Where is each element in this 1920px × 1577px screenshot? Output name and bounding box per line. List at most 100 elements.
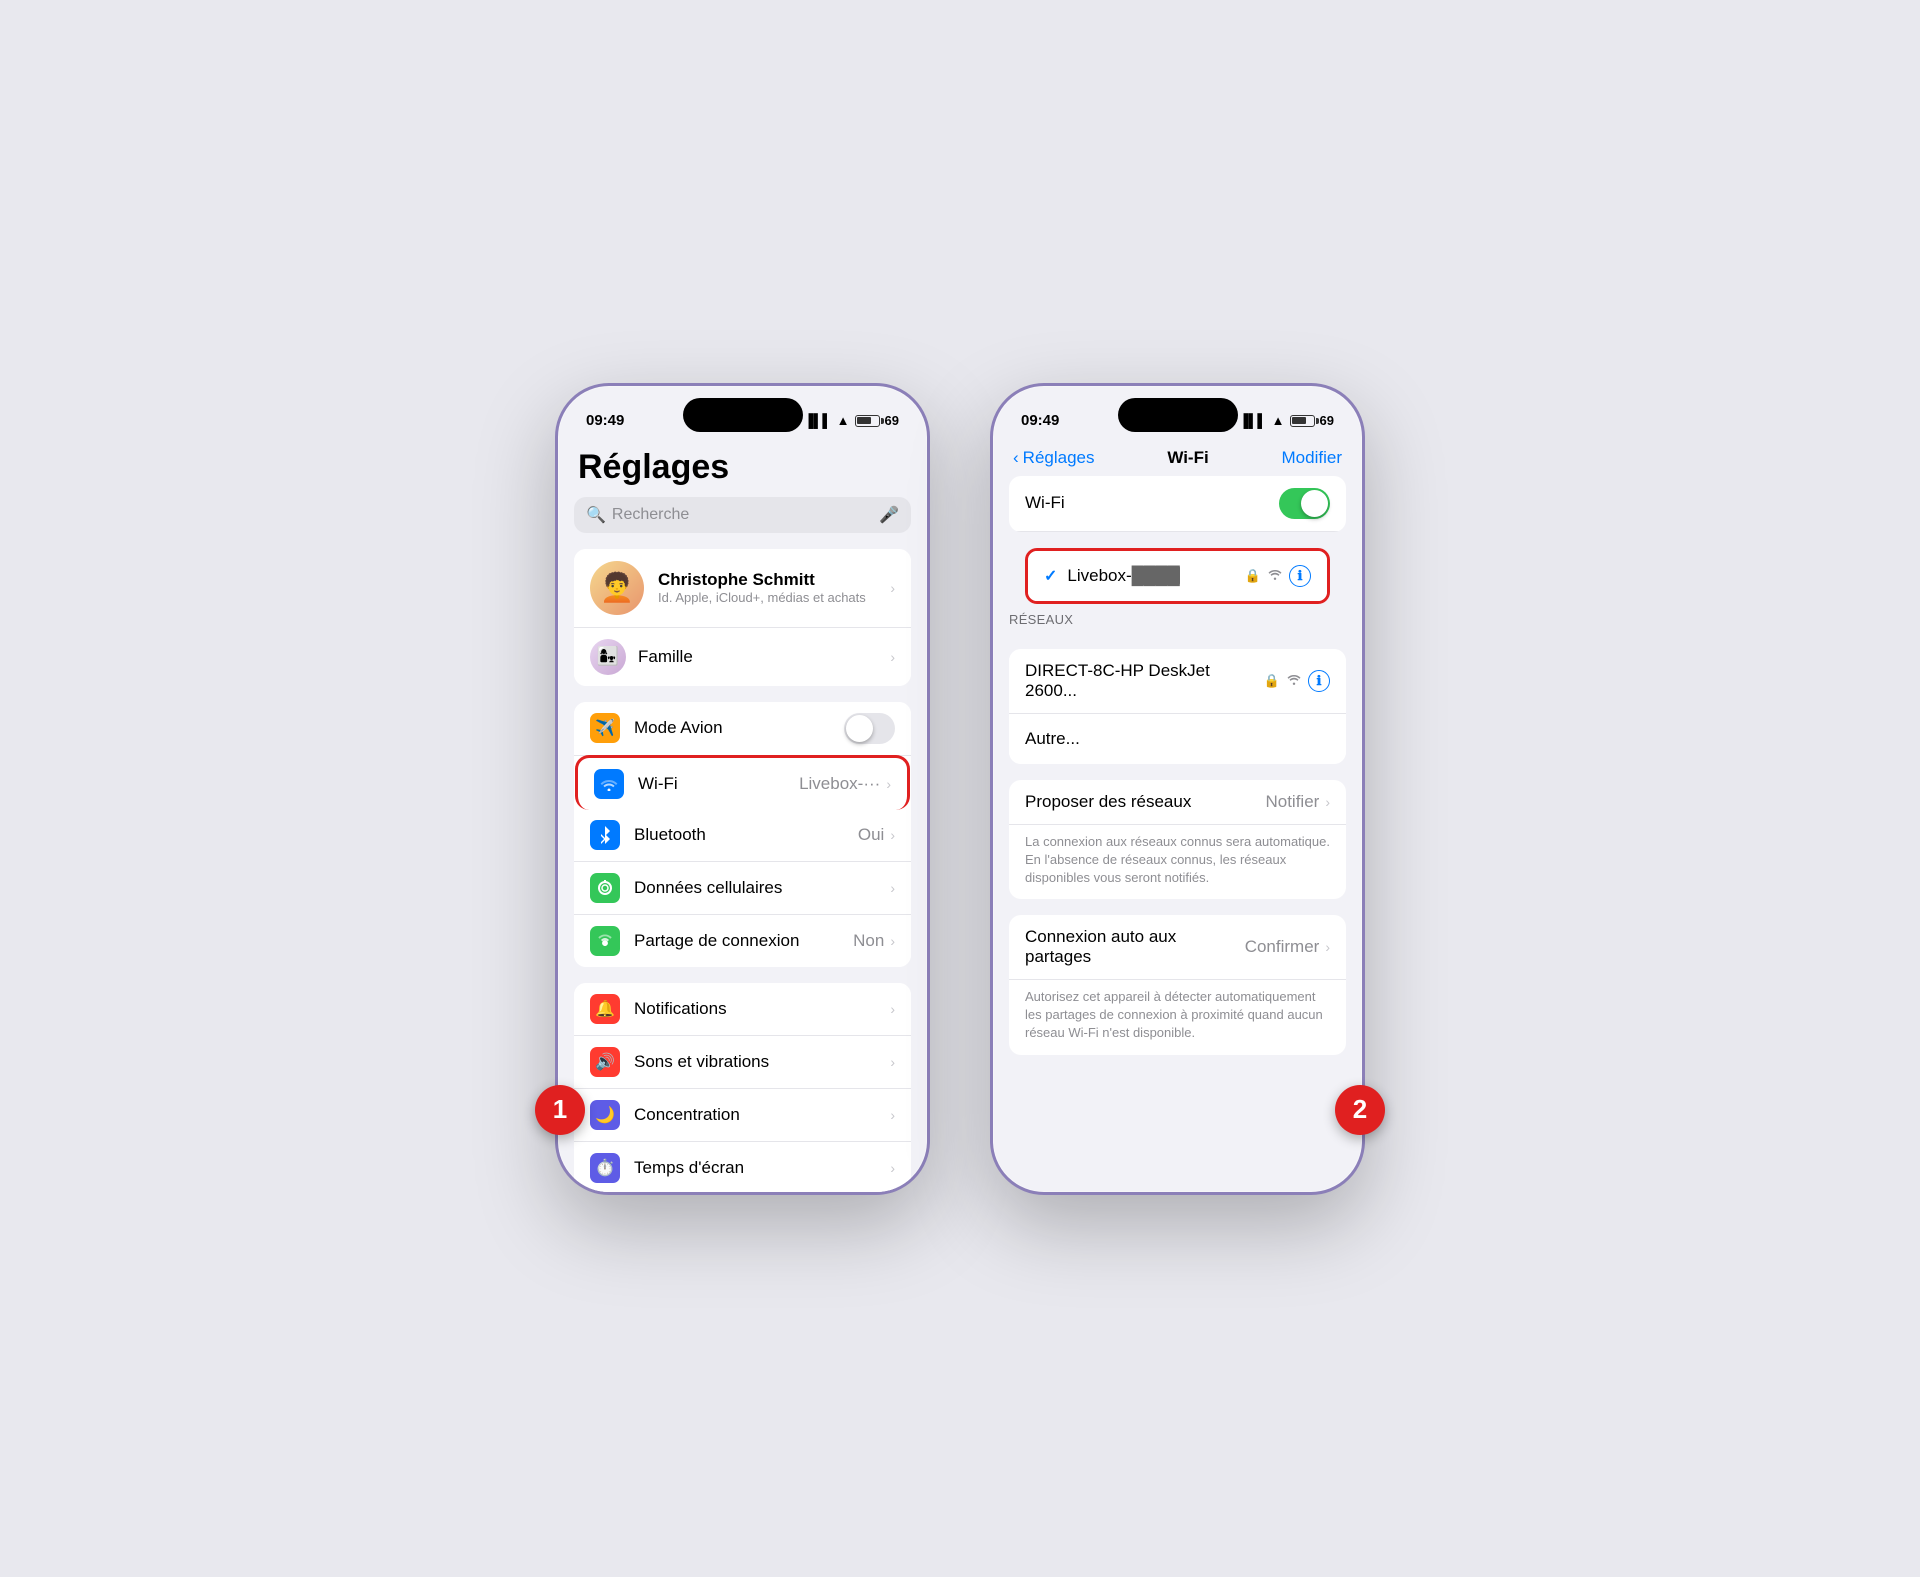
row-notifications[interactable]: 🔔 Notifications › bbox=[574, 983, 911, 1036]
status-icons-2: ▐▌▌ ▲ 69 bbox=[1239, 413, 1334, 428]
status-icons-1: ▐▌▌ ▲ 69 bbox=[804, 413, 899, 428]
profile-section: 🧑‍🦱 Christophe Schmitt Id. Apple, iCloud… bbox=[574, 549, 911, 686]
mic-icon: 🎤 bbox=[879, 505, 899, 525]
connected-lock-icon: 🔒 bbox=[1245, 568, 1261, 584]
family-label: Famille bbox=[638, 647, 890, 667]
avion-label: Mode Avion bbox=[634, 718, 844, 738]
profile-info: Christophe Schmitt Id. Apple, iCloud+, m… bbox=[658, 570, 890, 605]
avatar: 🧑‍🦱 bbox=[590, 561, 644, 615]
hotspot-label: Partage de connexion bbox=[634, 931, 853, 951]
lock-icon-direct: 🔒 bbox=[1264, 673, 1280, 689]
notif-section: 🔔 Notifications › 🔊 Sons et vibrations ›… bbox=[574, 983, 911, 1192]
network-name-direct: DIRECT-8C-HP DeskJet 2600... bbox=[1025, 661, 1264, 701]
signal-icon-2: ▐▌▌ bbox=[1239, 413, 1267, 428]
checkmark-icon: ✓ bbox=[1044, 566, 1057, 586]
notif-label: Notifications bbox=[634, 999, 890, 1019]
search-icon: 🔍 bbox=[586, 505, 606, 525]
nav-bar: ‹ Réglages Wi-Fi Modifier bbox=[993, 440, 1362, 476]
connected-network-row[interactable]: ✓ Livebox-████ 🔒 bbox=[1028, 551, 1327, 601]
notif-icon: 🔔 bbox=[590, 994, 620, 1024]
propose-value: Notifier bbox=[1265, 792, 1319, 812]
focus-label: Concentration bbox=[634, 1105, 890, 1125]
networks-section-header: RÉSEAUX bbox=[993, 604, 1362, 633]
connectivity-section: ✈️ Mode Avion bbox=[574, 702, 911, 967]
autoconnect-row[interactable]: Connexion auto aux partages Confirmer › bbox=[1009, 915, 1346, 980]
notif-chevron: › bbox=[890, 1001, 895, 1017]
propose-description: La connexion aux réseaux connus sera aut… bbox=[1009, 825, 1346, 900]
row-bluetooth[interactable]: Bluetooth Oui › bbox=[574, 809, 911, 862]
wifi-toggle-section: Wi-Fi bbox=[1009, 476, 1346, 532]
avion-knob bbox=[846, 715, 873, 742]
nav-back-btn[interactable]: ‹ Réglages bbox=[1013, 448, 1095, 468]
hotspot-value: Non bbox=[853, 931, 884, 951]
family-chevron: › bbox=[890, 649, 895, 665]
info-btn-direct[interactable]: ℹ bbox=[1308, 670, 1330, 692]
row-focus[interactable]: 🌙 Concentration › bbox=[574, 1089, 911, 1142]
network-icons-direct: 🔒 ℹ bbox=[1264, 670, 1330, 692]
battery-icon-2 bbox=[1290, 415, 1315, 427]
connected-network-icons: 🔒 ℹ bbox=[1245, 565, 1311, 587]
screen1-content: Réglages 🔍 Recherche 🎤 🧑‍🦱 Christophe Sc… bbox=[558, 440, 927, 1192]
autoconnect-label: Connexion auto aux partages bbox=[1025, 927, 1245, 967]
screentime-icon: ⏱️ bbox=[590, 1153, 620, 1183]
row-mode-avion[interactable]: ✈️ Mode Avion bbox=[574, 702, 911, 756]
battery-pct-1: 69 bbox=[885, 413, 899, 428]
nav-title: Wi-Fi bbox=[1167, 448, 1208, 468]
cellular-chevron: › bbox=[890, 880, 895, 896]
step-badge-1: 1 bbox=[535, 1085, 585, 1135]
row-cellular[interactable]: Données cellulaires › bbox=[574, 862, 911, 915]
propose-row[interactable]: Proposer des réseaux Notifier › bbox=[1009, 780, 1346, 825]
profile-sub: Id. Apple, iCloud+, médias et achats bbox=[658, 590, 890, 605]
connected-wifi-icon bbox=[1267, 567, 1283, 584]
screentime-chevron: › bbox=[890, 1160, 895, 1176]
row-wifi[interactable]: Wi-Fi Livebox-··· › bbox=[575, 755, 910, 810]
network-row-direct[interactable]: DIRECT-8C-HP DeskJet 2600... 🔒 ℹ bbox=[1009, 649, 1346, 714]
signal-icon-1: ▐▌▌ bbox=[804, 413, 832, 428]
dynamic-island-1 bbox=[683, 398, 803, 432]
search-placeholder: Recherche bbox=[612, 506, 873, 524]
sounds-icon: 🔊 bbox=[590, 1047, 620, 1077]
bt-value: Oui bbox=[858, 825, 884, 845]
connected-network-name: Livebox-████ bbox=[1067, 566, 1244, 586]
family-row[interactable]: 👩‍👧 Famille › bbox=[574, 628, 911, 686]
search-bar[interactable]: 🔍 Recherche 🎤 bbox=[574, 497, 911, 533]
autoconnect-section: Connexion auto aux partages Confirmer › … bbox=[1009, 915, 1346, 1055]
wifi-toggle[interactable] bbox=[1279, 488, 1330, 519]
wifi-toggle-row: Wi-Fi bbox=[1009, 476, 1346, 532]
avion-icon: ✈️ bbox=[590, 713, 620, 743]
wifi-icon-direct bbox=[1286, 672, 1302, 689]
cellular-label: Données cellulaires bbox=[634, 878, 890, 898]
profile-name: Christophe Schmitt bbox=[658, 570, 890, 590]
screentime-label: Temps d'écran bbox=[634, 1158, 890, 1178]
propose-chevron: › bbox=[1325, 794, 1330, 810]
bt-label: Bluetooth bbox=[634, 825, 858, 845]
connected-info-btn[interactable]: ℹ bbox=[1289, 565, 1311, 587]
screen2-content: ‹ Réglages Wi-Fi Modifier Wi-Fi bbox=[993, 440, 1362, 1192]
focus-chevron: › bbox=[890, 1107, 895, 1123]
autoconnect-description: Autorisez cet appareil à détecter automa… bbox=[1009, 980, 1346, 1055]
hotspot-chevron: › bbox=[890, 933, 895, 949]
row-sounds[interactable]: 🔊 Sons et vibrations › bbox=[574, 1036, 911, 1089]
battery-fill-1 bbox=[857, 417, 871, 424]
propose-label: Proposer des réseaux bbox=[1025, 792, 1265, 812]
battery-icon-1 bbox=[855, 415, 880, 427]
wifi-chevron: › bbox=[886, 776, 891, 792]
sounds-chevron: › bbox=[890, 1054, 895, 1070]
autoconnect-chevron: › bbox=[1325, 939, 1330, 955]
nav-action-btn[interactable]: Modifier bbox=[1282, 448, 1342, 468]
profile-row[interactable]: 🧑‍🦱 Christophe Schmitt Id. Apple, iCloud… bbox=[574, 549, 911, 628]
network-row-other[interactable]: Autre... bbox=[1009, 714, 1346, 764]
wifi-row-wrapper: Wi-Fi Livebox-··· › bbox=[578, 755, 907, 810]
row-hotspot[interactable]: Partage de connexion Non › bbox=[574, 915, 911, 967]
scene: 1 09:49 ▐▌▌ ▲ 69 Réglages 🔍 Recherche bbox=[555, 383, 1365, 1195]
family-avatar: 👩‍👧 bbox=[590, 639, 626, 675]
avion-toggle[interactable] bbox=[844, 713, 895, 744]
wifi-label: Wi-Fi bbox=[638, 774, 799, 794]
step-badge-2: 2 bbox=[1335, 1085, 1385, 1135]
hotspot-icon bbox=[590, 926, 620, 956]
row-screentime[interactable]: ⏱️ Temps d'écran › bbox=[574, 1142, 911, 1192]
phone1: 09:49 ▐▌▌ ▲ 69 Réglages 🔍 Recherche 🎤 bbox=[555, 383, 930, 1195]
settings-title: Réglages bbox=[558, 440, 927, 497]
autoconnect-value: Confirmer bbox=[1245, 937, 1320, 957]
focus-icon: 🌙 bbox=[590, 1100, 620, 1130]
